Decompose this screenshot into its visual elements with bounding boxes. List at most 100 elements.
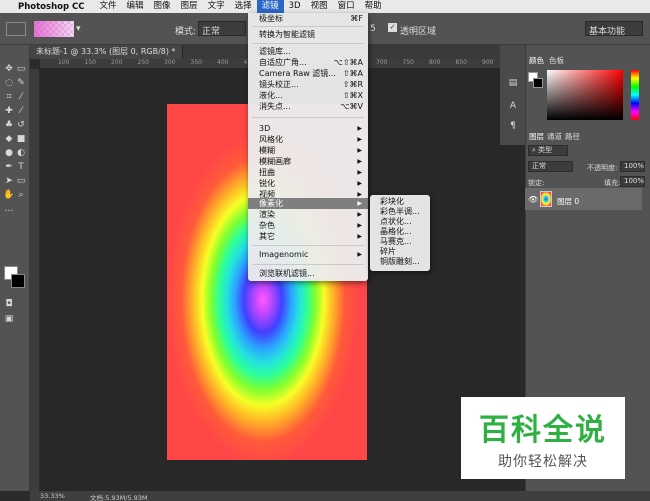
color-picker-field[interactable] bbox=[547, 70, 623, 120]
filter-render[interactable]: 渲染 ▶ bbox=[248, 209, 368, 220]
move-tool-icon[interactable]: ✥ bbox=[3, 63, 15, 75]
menu-select[interactable]: 选择 bbox=[230, 0, 257, 13]
mode-select[interactable]: 正常 bbox=[198, 21, 246, 37]
eyedropper-icon[interactable]: ⁄ bbox=[15, 91, 27, 103]
crop-tool-icon[interactable]: ⌗ bbox=[3, 91, 15, 103]
arrow-right-icon: ▶ bbox=[357, 169, 362, 176]
gradient-tool-icon[interactable]: ■ bbox=[15, 133, 27, 145]
document-size: 文档:5.93M/5.93M bbox=[90, 494, 148, 501]
background-color-swatch[interactable] bbox=[11, 274, 25, 288]
type-tool-icon[interactable]: T bbox=[15, 161, 27, 173]
tool-preset-picker[interactable] bbox=[6, 22, 26, 36]
zoom-level[interactable]: 33.33% bbox=[40, 492, 65, 500]
filter-gallery[interactable]: 滤镜库... bbox=[248, 46, 368, 57]
filter-sharpen[interactable]: 锐化 ▶ bbox=[248, 178, 368, 189]
menu-type[interactable]: 文字 bbox=[203, 0, 230, 13]
pixelate-fragment[interactable]: 碎片 bbox=[370, 247, 430, 257]
transparency-checkbox[interactable]: ✓ bbox=[388, 23, 397, 32]
menu-edit[interactable]: 编辑 bbox=[122, 0, 149, 13]
tab-paths[interactable]: 路径 bbox=[565, 131, 580, 142]
filter-imagenomic[interactable]: Imagenomic ▶ bbox=[248, 249, 368, 260]
filter-blur-gallery[interactable]: 模糊画廊 ▶ bbox=[248, 156, 368, 167]
chevron-down-icon[interactable]: ▾ bbox=[76, 24, 81, 34]
history-icon[interactable]: ▤ bbox=[507, 77, 519, 89]
vertical-ruler[interactable] bbox=[30, 69, 40, 491]
character-panel-icon[interactable]: A bbox=[507, 100, 519, 112]
healing-brush-icon[interactable]: ✚ bbox=[3, 105, 15, 117]
filter-lens-correction[interactable]: 镜头校正... ⇧⌘R bbox=[248, 79, 368, 90]
filter-camera-raw[interactable]: Camera Raw 滤镜... ⇧⌘A bbox=[248, 68, 368, 79]
shape-tool-icon[interactable]: ▭ bbox=[15, 175, 27, 187]
quick-select-icon[interactable]: ✎ bbox=[15, 77, 27, 89]
menu-image[interactable]: 图像 bbox=[149, 0, 176, 13]
dodge-tool-icon[interactable]: ◐ bbox=[15, 147, 27, 159]
filter-stylize[interactable]: 风格化 ▶ bbox=[248, 134, 368, 145]
filter-vanishing-point[interactable]: 消失点... ⌥⌘V bbox=[248, 101, 368, 112]
pixelate-pointillize[interactable]: 点状化... bbox=[370, 217, 430, 227]
menu-layer[interactable]: 图层 bbox=[176, 0, 203, 13]
filter-adaptive-wide[interactable]: 自适应广角... ⌥⇧⌘A bbox=[248, 57, 368, 68]
gradient-picker[interactable] bbox=[34, 21, 74, 37]
stamp-tool-icon[interactable]: ♣ bbox=[3, 119, 15, 131]
pixelate-crystallize[interactable]: 晶格化... bbox=[370, 227, 430, 237]
visibility-eye-icon[interactable]: 👁 bbox=[528, 195, 538, 204]
kind-label: 类型 bbox=[538, 146, 553, 154]
quick-mask-icon[interactable]: ◘ bbox=[3, 298, 15, 310]
tab-channels[interactable]: 通道 bbox=[547, 131, 562, 142]
arrow-right-icon: ▶ bbox=[357, 147, 362, 154]
filter-3d[interactable]: 3D ▶ bbox=[248, 123, 368, 134]
pixelate-mosaic[interactable]: 马赛克... bbox=[370, 237, 430, 247]
path-select-icon[interactable]: ➤ bbox=[3, 175, 15, 187]
pixelate-color-halftone[interactable]: 彩色半调... bbox=[370, 207, 430, 217]
history-brush-icon[interactable]: ↺ bbox=[15, 119, 27, 131]
arrow-right-icon: ▶ bbox=[357, 251, 362, 258]
layer-name[interactable]: 图层 0 bbox=[557, 196, 579, 207]
pixelate-mezzotint[interactable]: 铜版雕刻... bbox=[370, 257, 430, 267]
app-name[interactable]: Photoshop CC bbox=[18, 2, 85, 12]
filter-blur[interactable]: 模糊 ▶ bbox=[248, 145, 368, 156]
more-tools-icon[interactable]: … bbox=[3, 203, 15, 215]
filter-last[interactable]: 极坐标 ⌘F bbox=[248, 13, 368, 24]
zoom-tool-icon[interactable]: ⌕ bbox=[15, 189, 27, 201]
blur-tool-icon[interactable]: ● bbox=[3, 147, 15, 159]
fill-field[interactable]: 100% bbox=[620, 176, 645, 187]
filter-noise[interactable]: 杂色 ▶ bbox=[248, 220, 368, 231]
filter-pixelate[interactable]: 像素化 ▶ bbox=[248, 198, 368, 209]
arrow-right-icon: ▶ bbox=[357, 233, 362, 240]
filter-distort[interactable]: 扭曲 ▶ bbox=[248, 167, 368, 178]
workspace-select[interactable]: 基本功能 bbox=[585, 21, 643, 37]
menu-window[interactable]: 窗口 bbox=[333, 0, 360, 13]
ruler-mark: 900 bbox=[482, 59, 494, 66]
opacity-field[interactable]: 100% bbox=[620, 161, 645, 172]
paragraph-panel-icon[interactable]: ¶ bbox=[507, 120, 519, 132]
tab-color[interactable]: 颜色 bbox=[529, 55, 544, 66]
layer-kind-filter[interactable]: ⌕ 类型 bbox=[528, 145, 568, 156]
filter-liquify[interactable]: 液化... ⇧⌘X bbox=[248, 90, 368, 101]
hand-tool-icon[interactable]: ✋ bbox=[3, 189, 15, 201]
arrow-right-icon: ▶ bbox=[357, 125, 362, 132]
lasso-tool-icon[interactable]: ◌ bbox=[3, 77, 15, 89]
menu-file[interactable]: 文件 bbox=[95, 0, 122, 13]
panel-background-swatch[interactable] bbox=[533, 78, 543, 88]
blend-mode-select[interactable]: 正常 bbox=[528, 161, 573, 172]
watermark-subtitle: 助你轻松解决 bbox=[498, 454, 588, 470]
menu-view[interactable]: 视图 bbox=[306, 0, 333, 13]
layer-thumbnail[interactable] bbox=[540, 191, 552, 207]
pixelate-facet[interactable]: 彩块化 bbox=[370, 197, 430, 207]
brush-tool-icon[interactable]: ⁄ bbox=[15, 105, 27, 117]
screen-mode-icon[interactable]: ▣ bbox=[3, 313, 15, 325]
filter-browse-online[interactable]: 浏览联机滤镜... bbox=[248, 268, 368, 279]
menu-3d[interactable]: 3D bbox=[284, 0, 306, 13]
filter-other[interactable]: 其它 ▶ bbox=[248, 231, 368, 242]
pen-tool-icon[interactable]: ✒ bbox=[3, 161, 15, 173]
hue-slider[interactable] bbox=[631, 70, 639, 120]
eraser-tool-icon[interactable]: ◆ bbox=[3, 133, 15, 145]
watermark-logo: 百科全说 助你轻松解决 bbox=[461, 397, 625, 479]
filter-convert-smart[interactable]: 转换为智能滤镜 bbox=[248, 29, 368, 40]
tab-layers[interactable]: 图层 bbox=[529, 131, 544, 142]
menu-filter[interactable]: 滤镜 bbox=[256, 0, 284, 13]
artboard-tool-icon[interactable]: ▭ bbox=[15, 63, 27, 75]
tab-swatches[interactable]: 色板 bbox=[549, 55, 564, 66]
document-tab[interactable]: 未标题-1 @ 33.3% (图层 0, RGB/8) * bbox=[30, 45, 183, 59]
menu-help[interactable]: 帮助 bbox=[360, 0, 387, 13]
